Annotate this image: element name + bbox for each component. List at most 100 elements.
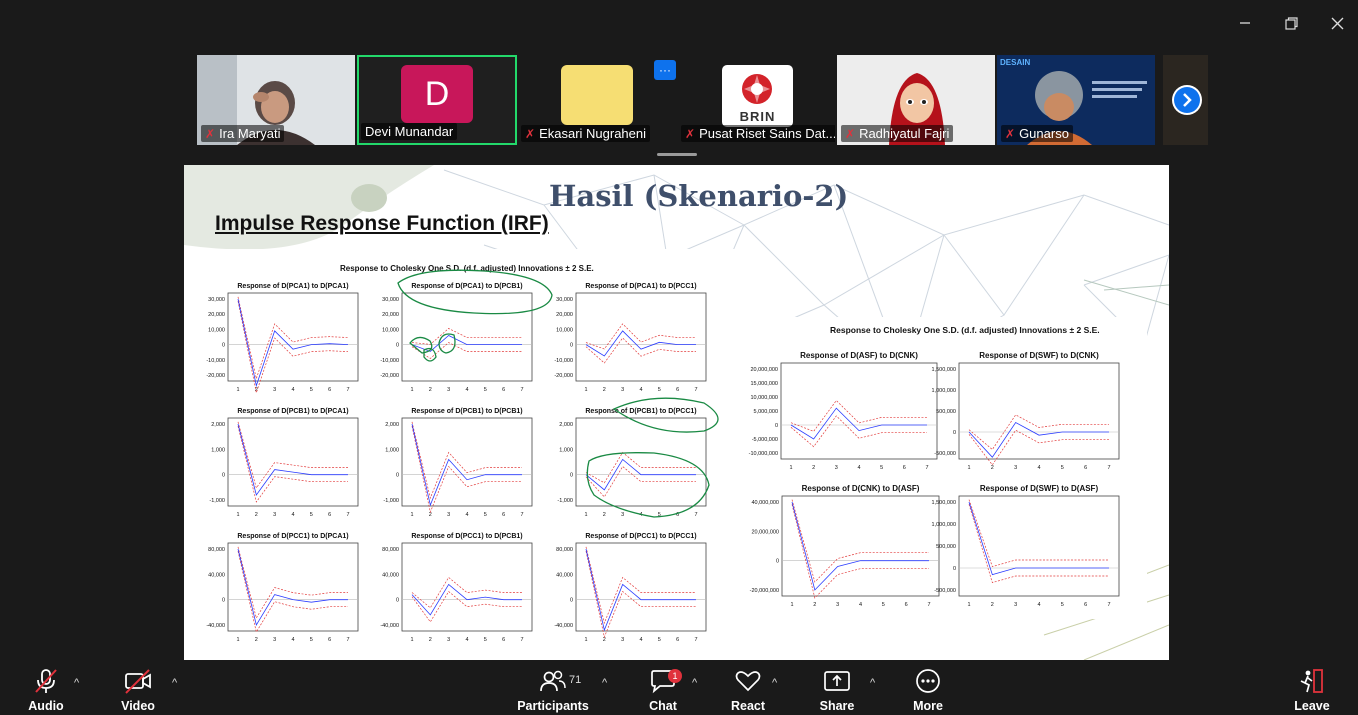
participant-name: Gunarso (1019, 126, 1069, 141)
y-tick-label: 10,000 (556, 327, 573, 333)
x-tick-label: 5 (484, 512, 487, 518)
x-tick-label: 7 (346, 637, 349, 643)
x-tick-label: 6 (328, 637, 331, 643)
x-tick-label: 3 (621, 637, 624, 643)
minimize-button[interactable] (1234, 12, 1256, 34)
y-tick-label: -500,000 (934, 588, 956, 594)
y-tick-label: 10,000 (382, 327, 399, 333)
participant-name: Radhiyatul Fajri (859, 126, 950, 141)
y-tick-label: 0 (396, 598, 399, 604)
close-icon (1331, 17, 1343, 29)
share-button[interactable]: Share (797, 667, 877, 713)
chart-title: Response of D(PCC1) to D(PCB1) (411, 533, 522, 540)
y-tick-label: 0 (570, 473, 573, 479)
chat-options-caret[interactable]: ^ (692, 677, 697, 689)
participant-tile[interactable]: ✗ Radhiyatul Fajri (837, 55, 995, 145)
react-button[interactable]: React (708, 667, 788, 713)
participants-options-caret[interactable]: ^ (602, 677, 607, 689)
tile-options-button[interactable]: ··· (654, 60, 676, 80)
x-tick-label: 5 (310, 512, 313, 518)
x-tick-label: 4 (465, 512, 468, 518)
x-tick-label: 4 (859, 602, 862, 608)
participant-tile-active-speaker[interactable]: D Devi Munandar (357, 55, 517, 145)
x-tick-label: 6 (502, 387, 505, 393)
y-tick-label: 500,000 (936, 544, 956, 550)
restore-icon (1284, 16, 1298, 30)
audio-button[interactable]: Audio (6, 667, 86, 713)
x-tick-label: 2 (991, 465, 994, 471)
x-tick-label: 1 (584, 637, 587, 643)
chat-button[interactable]: Chat (623, 667, 703, 713)
chevron-right-icon (1174, 87, 1200, 113)
leave-button[interactable]: Leave (1272, 667, 1352, 713)
participant-name: Devi Munandar (365, 124, 454, 139)
x-tick-label: 4 (639, 637, 642, 643)
x-tick-label: 6 (1084, 465, 1087, 471)
x-tick-label: 6 (903, 465, 906, 471)
y-tick-label: 20,000 (382, 312, 399, 318)
next-page-button[interactable] (1172, 85, 1202, 115)
x-tick-label: 6 (1084, 602, 1087, 608)
x-tick-label: 4 (639, 387, 642, 393)
x-tick-label: 4 (291, 512, 294, 518)
y-tick-label: -1,000 (557, 498, 573, 504)
y-tick-label: -1,000 (209, 498, 225, 504)
participant-name-label: ✗ Gunarso (1001, 125, 1073, 142)
y-tick-label: 30,000 (556, 297, 573, 303)
strip-resize-handle[interactable] (657, 153, 697, 156)
mic-muted-icon: ✗ (1005, 126, 1016, 141)
video-button[interactable]: Video (98, 667, 178, 713)
x-tick-label: 6 (328, 512, 331, 518)
y-tick-label: 40,000 (556, 572, 573, 578)
x-tick-label: 6 (676, 387, 679, 393)
x-tick-label: 3 (836, 602, 839, 608)
poster-text: DESAIN (1000, 58, 1031, 67)
chart-plot-area (780, 362, 938, 460)
x-tick-label: 1 (790, 602, 793, 608)
x-tick-label: 4 (291, 387, 294, 393)
x-tick-label: 7 (925, 465, 928, 471)
restore-button[interactable] (1280, 12, 1302, 34)
more-button[interactable]: More (888, 667, 968, 713)
y-tick-label: 80,000 (382, 547, 399, 553)
heart-icon (735, 671, 761, 692)
x-tick-label: 7 (520, 512, 523, 518)
x-tick-label: 4 (291, 637, 294, 643)
react-options-caret[interactable]: ^ (772, 677, 777, 689)
x-tick-label: 1 (584, 512, 587, 518)
video-options-caret[interactable]: ^ (172, 677, 177, 689)
participant-tile[interactable]: ✗ Ira Maryati (197, 55, 355, 145)
x-tick-label: 7 (927, 602, 930, 608)
chart-plot-area (401, 417, 533, 507)
x-tick-label: 2 (813, 602, 816, 608)
x-tick-label: 5 (882, 602, 885, 608)
x-tick-label: 1 (967, 465, 970, 471)
audio-options-caret[interactable]: ^ (74, 677, 79, 689)
x-tick-label: 3 (273, 637, 276, 643)
chart-title: Response of D(SWF) to D(CNK) (979, 351, 1099, 360)
chart-title: Response of D(PCA1) to D(PCC1) (585, 283, 696, 290)
participant-tile[interactable]: ✗ Ekasari Nugraheni (517, 55, 675, 145)
close-button[interactable] (1326, 12, 1348, 34)
x-tick-label: 7 (694, 387, 697, 393)
y-tick-label: -10,000 (206, 358, 225, 364)
x-tick-label: 3 (273, 387, 276, 393)
more-label: More (913, 699, 943, 713)
y-tick-label: 20,000 (208, 312, 225, 318)
leave-icon (1300, 669, 1323, 693)
x-tick-label: 1 (789, 465, 792, 471)
y-tick-label: 10,000,000 (750, 395, 778, 401)
x-tick-label: 2 (991, 602, 994, 608)
x-tick-label: 2 (603, 512, 606, 518)
chart-title: Response of D(PCB1) to D(PCA1) (237, 408, 348, 415)
chart-plot-area (401, 542, 533, 632)
x-tick-label: 4 (465, 387, 468, 393)
share-options-caret[interactable]: ^ (870, 677, 875, 689)
participant-tile[interactable]: BRIN ✗ Pusat Riset Sains Dat... (677, 55, 835, 145)
participant-tile[interactable]: DESAIN ✗ Gunarso (997, 55, 1155, 145)
x-tick-label: 6 (502, 512, 505, 518)
mic-muted-icon: ✗ (845, 126, 856, 141)
participant-name-label: ✗ Radhiyatul Fajri (841, 125, 954, 142)
participants-icon (540, 670, 566, 692)
chart-plot-area (781, 495, 940, 597)
